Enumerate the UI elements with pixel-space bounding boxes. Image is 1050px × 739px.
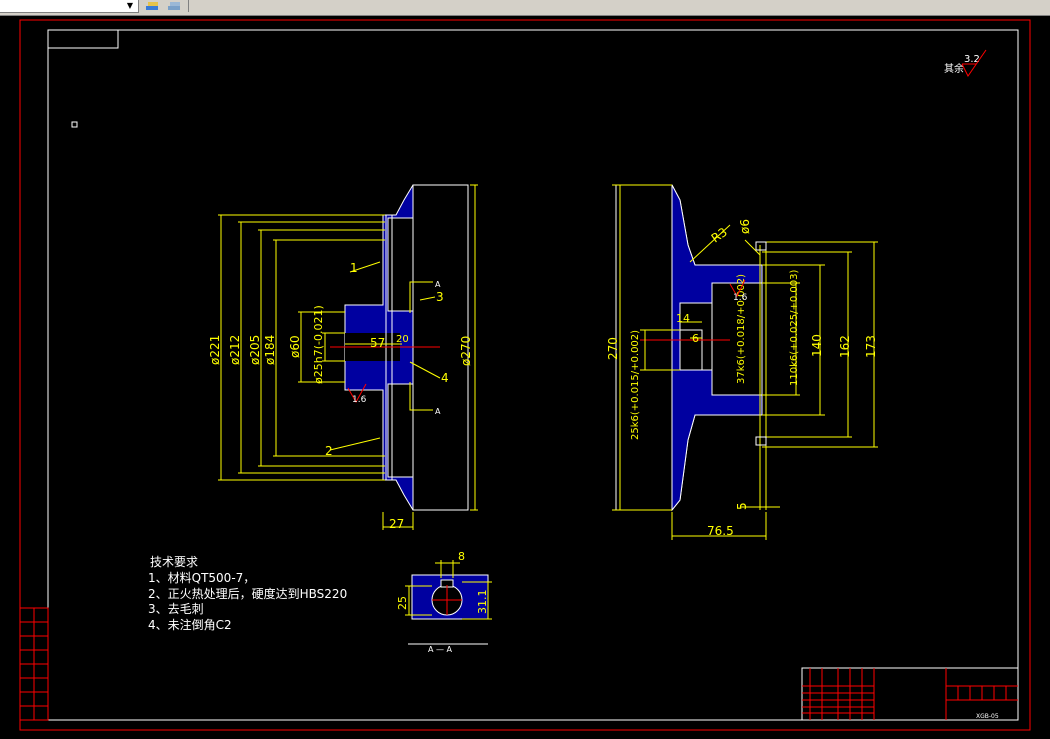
dim-14: 14 [676,312,690,325]
dim-d6: ø6 [738,219,752,234]
layer-previous-icon[interactable] [166,0,182,12]
dim-140: 140 [810,334,824,357]
dim-d60: ø60 [288,335,302,358]
section-a-a-label: A — A [428,645,453,654]
dim-20: 20 [396,334,409,345]
dim-110k6: 110k6(+0.025/+0.003) [789,269,800,386]
dim-8: 8 [458,550,465,563]
chevron-down-icon[interactable]: ▼ [124,1,136,11]
balloon-4: 4 [441,371,449,385]
dim-d212: ø212 [228,335,242,365]
tech-req-item-1: 1、材料QT500-7， [148,571,255,585]
dim-37k6: 37k6(+0.018/+0.002) [736,274,747,384]
margin-stamp [19,607,49,721]
dim-25-section: 25 [396,596,409,610]
drawing-frame [47,29,1019,721]
cad-drawing-canvas[interactable]: 其余 3.2 ø221 ø212 ø205 ø184 ø60 ø25h7(-0.… [0,16,1050,739]
dim-162: 162 [838,335,852,358]
left-roughness-value: 1.6 [352,395,367,405]
dim-57: 57 [370,336,385,350]
section-a-a-view: 8 25 31.1 A — A [396,550,492,654]
ucs-marker [71,121,78,128]
dim-d25h7: ø25h7(-0.021) [312,305,325,384]
section-mark-bottom: A [435,407,441,416]
balloon-2: 2 [325,444,333,458]
dim-173: 173 [864,335,878,358]
dim-27: 27 [389,517,404,531]
drawing-number: XGB-05 [976,713,999,720]
section-mark-top: A [435,280,441,289]
tech-req-title: 技术要求 [150,555,198,569]
balloon-3: 3 [436,290,444,304]
dim-d221: ø221 [208,335,222,365]
dim-d270: ø270 [459,336,473,366]
dim-d184: ø184 [263,335,277,365]
right-roughness-value: 1.6 [733,293,748,303]
toolbar-separator [188,0,189,12]
dim-76-5: 76.5 [707,524,734,538]
dim-31-1: 31.1 [476,590,489,615]
general-roughness-symbol: 其余 3.2 [944,49,987,77]
tech-req-item-4: 4、未注倒角C2 [148,617,232,632]
layer-dropdown[interactable]: ▼ [0,0,139,13]
toolbar: ▼ [0,0,1050,16]
left-section-view: ø221 ø212 ø205 ø184 ø60 ø25h7(-0.021) 57… [208,184,478,531]
balloon-1: 1 [350,261,358,275]
title-block: XGB-05 [801,667,1019,721]
layer-state-icon[interactable] [144,0,160,12]
dim-5: 5 [735,502,749,510]
roughness-general-value: 3.2 [964,54,980,65]
dim-270: 270 [606,337,620,360]
roughness-general-label: 其余 [944,62,964,75]
dim-25k6: 25k6(+0.015/+0.002) [630,330,641,440]
right-section-view: 270 R3 ø6 14 6 25k6(+0.015/+0.002) 37k6(… [606,184,878,540]
dim-d205: ø205 [248,335,262,365]
code-box [47,29,119,49]
technical-requirements: 技术要求 1、材料QT500-7， 2、正火热处理后，硬度达到HBS220 3、… [148,555,347,632]
tech-req-item-3: 3、去毛刺 [148,602,204,616]
tech-req-item-2: 2、正火热处理后，硬度达到HBS220 [148,586,347,601]
dim-6: 6 [692,332,699,345]
